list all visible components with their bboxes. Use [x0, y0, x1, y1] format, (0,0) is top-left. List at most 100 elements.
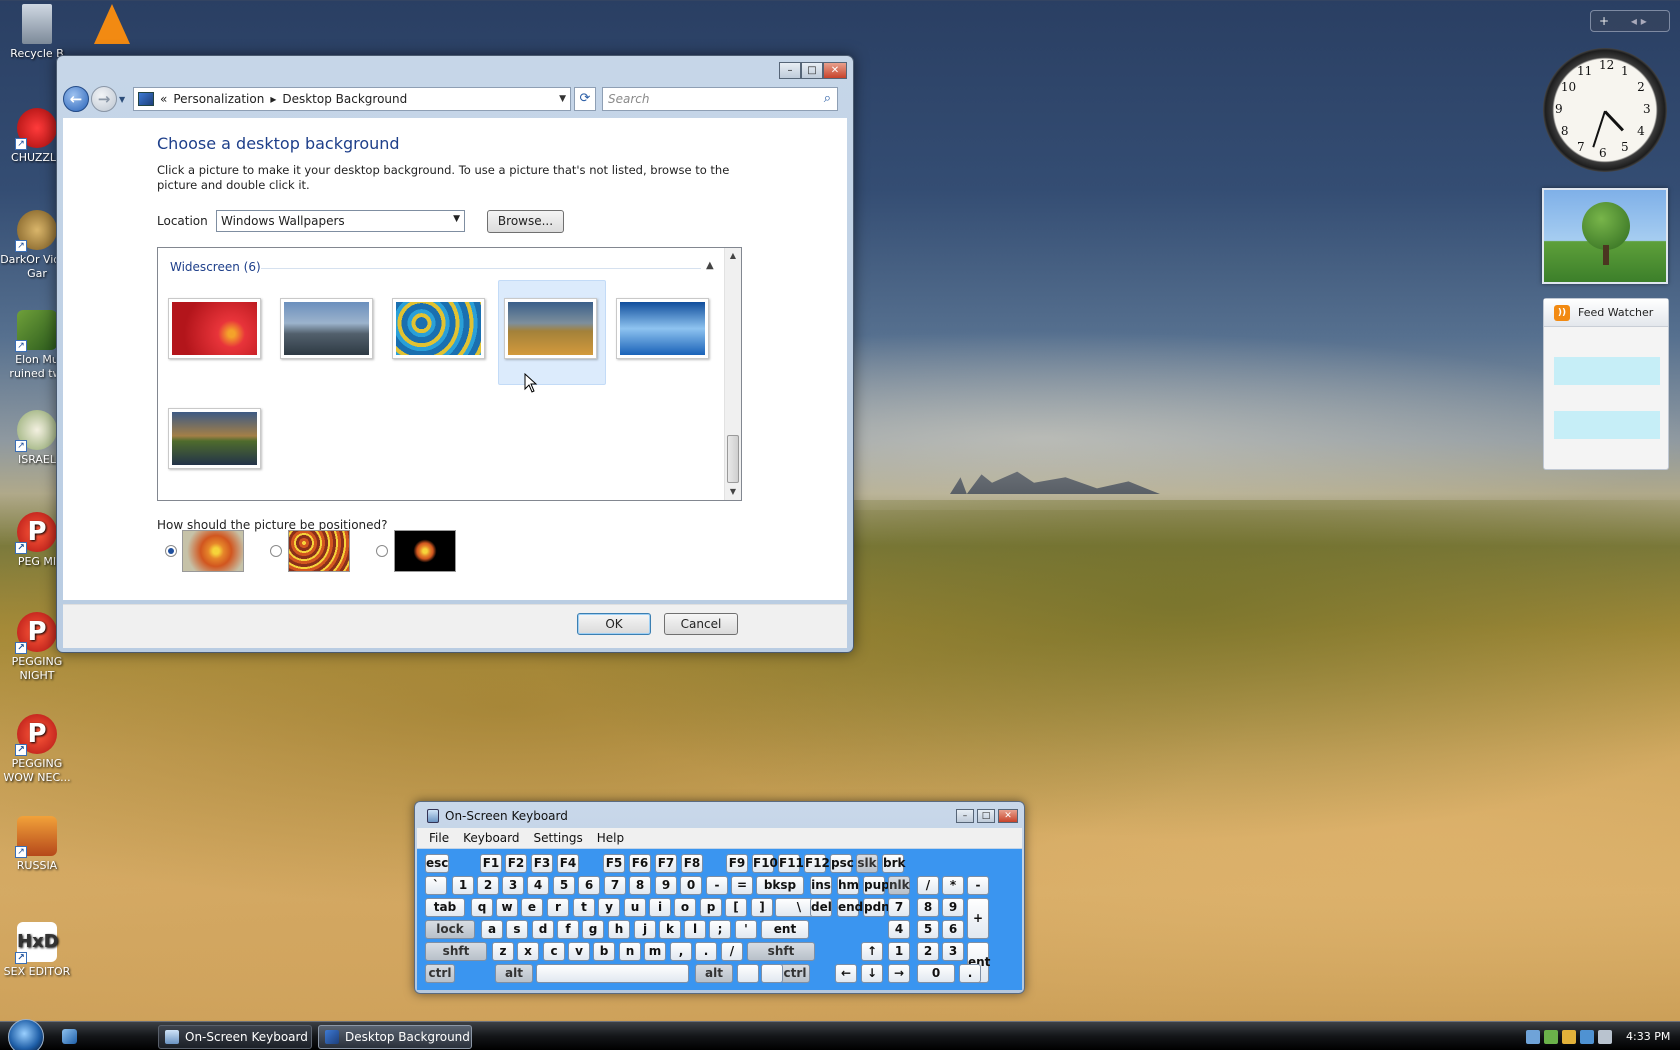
thumbnail-dunes[interactable] [504, 298, 597, 359]
osk-key[interactable]: x [517, 942, 539, 961]
osk-key[interactable]: slk [856, 854, 878, 873]
osk-key[interactable]: shft [747, 942, 815, 961]
osk-key[interactable]: 7 [888, 898, 910, 917]
osk-key[interactable]: ctrl [780, 964, 810, 983]
osk-key[interactable]: n [619, 942, 641, 961]
osk-key[interactable]: . [959, 964, 981, 983]
sidebar-toolbar[interactable]: + ◂ ▸ [1590, 10, 1670, 32]
osk-key[interactable]: q [471, 898, 493, 917]
osk-key[interactable]: F2 [505, 854, 527, 873]
osk-key[interactable]: shft [425, 942, 487, 961]
vlc-cone-icon[interactable] [92, 4, 132, 48]
osk-key[interactable]: / [721, 942, 743, 961]
position-fit-preview[interactable] [182, 530, 244, 572]
position-center-preview[interactable] [394, 530, 456, 572]
osk-key[interactable]: e [521, 898, 543, 917]
ok-button[interactable]: OK [577, 613, 651, 635]
osk-key[interactable]: bksp [756, 876, 804, 895]
osk-key[interactable]: 3 [502, 876, 524, 895]
osk-key[interactable]: 5 [917, 920, 939, 939]
menu-file[interactable]: File [429, 828, 449, 848]
taskbar-button-desktop-background[interactable]: Desktop Background [318, 1025, 472, 1049]
osk-key[interactable]: 2 [477, 876, 499, 895]
quick-launch-ie-icon[interactable] [62, 1029, 77, 1044]
osk-key[interactable]: ↑ [861, 942, 883, 961]
osk-key[interactable]: F12 [804, 854, 830, 873]
back-arrow-icon[interactable]: ← [63, 86, 89, 112]
osk-key[interactable]: F5 [603, 854, 625, 873]
breadcrumb-desktop-background[interactable]: Desktop Background [282, 92, 407, 106]
osk-key[interactable]: * [942, 876, 964, 895]
feed-watcher-gadget[interactable]: )) Feed Watcher [1543, 298, 1669, 470]
thumbnail-mountain-cliff[interactable] [280, 298, 373, 359]
desktop-icon-sex-editor[interactable]: HxD ↗ SEX EDITOR [0, 922, 74, 979]
osk-key[interactable]: l [684, 920, 706, 939]
tray-app-icon[interactable] [1544, 1029, 1558, 1044]
feed-item[interactable] [1554, 411, 1660, 439]
osk-key[interactable]: nlk [888, 876, 910, 895]
osk-key[interactable]: p [700, 898, 722, 917]
osk-key[interactable]: tab [425, 898, 465, 917]
osk-key[interactable]: b [593, 942, 615, 961]
osk-key[interactable]: s [506, 920, 528, 939]
osk-key[interactable]: pup [863, 876, 890, 895]
menu-keyboard[interactable]: Keyboard [463, 828, 519, 848]
osk-key[interactable]: F1 [480, 854, 502, 873]
osk-key[interactable]: a [481, 920, 503, 939]
osk-key[interactable]: ← [835, 964, 857, 983]
osk-key[interactable]: F10 [752, 854, 778, 873]
osk-key[interactable]: 6 [942, 920, 964, 939]
osk-key[interactable]: t [573, 898, 595, 917]
gallery-scrollbar[interactable]: ▲ ▼ [724, 248, 741, 500]
position-fit-radio[interactable] [165, 545, 177, 557]
breadcrumb[interactable]: « Personalization ▸ Desktop Background ▼ [133, 87, 571, 111]
osk-key[interactable]: esc [425, 854, 449, 873]
taskbar-button-on-screen-keyboard[interactable]: On-Screen Keyboard [158, 1025, 312, 1049]
maximize-button[interactable]: □ [801, 62, 823, 79]
windows-logo-key[interactable] [737, 964, 759, 983]
osk-key[interactable]: 7 [604, 876, 626, 895]
osk-key[interactable]: 3 [942, 942, 964, 961]
feed-item[interactable] [1554, 357, 1660, 385]
osk-key[interactable]: v [568, 942, 590, 961]
osk-key[interactable]: 1 [452, 876, 474, 895]
osk-key[interactable]: g [582, 920, 604, 939]
osk-key[interactable]: 1 [888, 942, 910, 961]
refresh-icon[interactable]: ⟳ [574, 87, 596, 111]
osk-key[interactable]: 0 [917, 964, 955, 983]
osk-key[interactable]: u [624, 898, 646, 917]
osk-key[interactable]: y [598, 898, 620, 917]
osk-key[interactable]: 2 [917, 942, 939, 961]
osk-key[interactable]: ins [810, 876, 832, 895]
osk-key[interactable]: pdn [863, 898, 890, 917]
osk-key[interactable]: psc [830, 854, 854, 873]
recent-pages-chevron-icon[interactable]: ▼ [119, 95, 129, 104]
osk-key[interactable]: → [888, 964, 910, 983]
osk-key[interactable]: m [644, 942, 666, 961]
scroll-up-icon[interactable]: ▲ [725, 248, 741, 264]
maximize-button[interactable]: □ [977, 809, 995, 823]
desktop-icon-recycle-bin[interactable]: Recycle B [0, 4, 74, 61]
slideshow-gadget[interactable] [1542, 188, 1668, 284]
thumbnail-blue-yellow-fish[interactable] [392, 298, 485, 359]
osk-key[interactable]: o [674, 898, 696, 917]
desktop-icon-russia[interactable]: ↗ RUSSIA [0, 816, 74, 873]
display-icon[interactable] [1580, 1029, 1594, 1044]
search-tray-icon[interactable] [1562, 1029, 1576, 1044]
thumbnail-mountain-lake[interactable] [168, 408, 261, 469]
osk-key[interactable]: w [496, 898, 518, 917]
osk-key[interactable]: [ [725, 898, 747, 917]
space-bar-key[interactable] [536, 964, 689, 983]
osk-key[interactable]: del [810, 898, 832, 917]
osk-key[interactable]: - [967, 876, 989, 895]
osk-key[interactable]: lock [425, 920, 475, 939]
cancel-button[interactable]: Cancel [664, 613, 738, 635]
osk-key[interactable]: 8 [917, 898, 939, 917]
osk-key[interactable]: F3 [531, 854, 553, 873]
osk-key[interactable]: f [557, 920, 579, 939]
osk-key[interactable]: c [543, 942, 565, 961]
osk-key[interactable]: z [492, 942, 514, 961]
osk-key[interactable]: brk [882, 854, 906, 873]
position-tile-radio[interactable] [270, 545, 282, 557]
osk-key[interactable]: 9 [942, 898, 964, 917]
